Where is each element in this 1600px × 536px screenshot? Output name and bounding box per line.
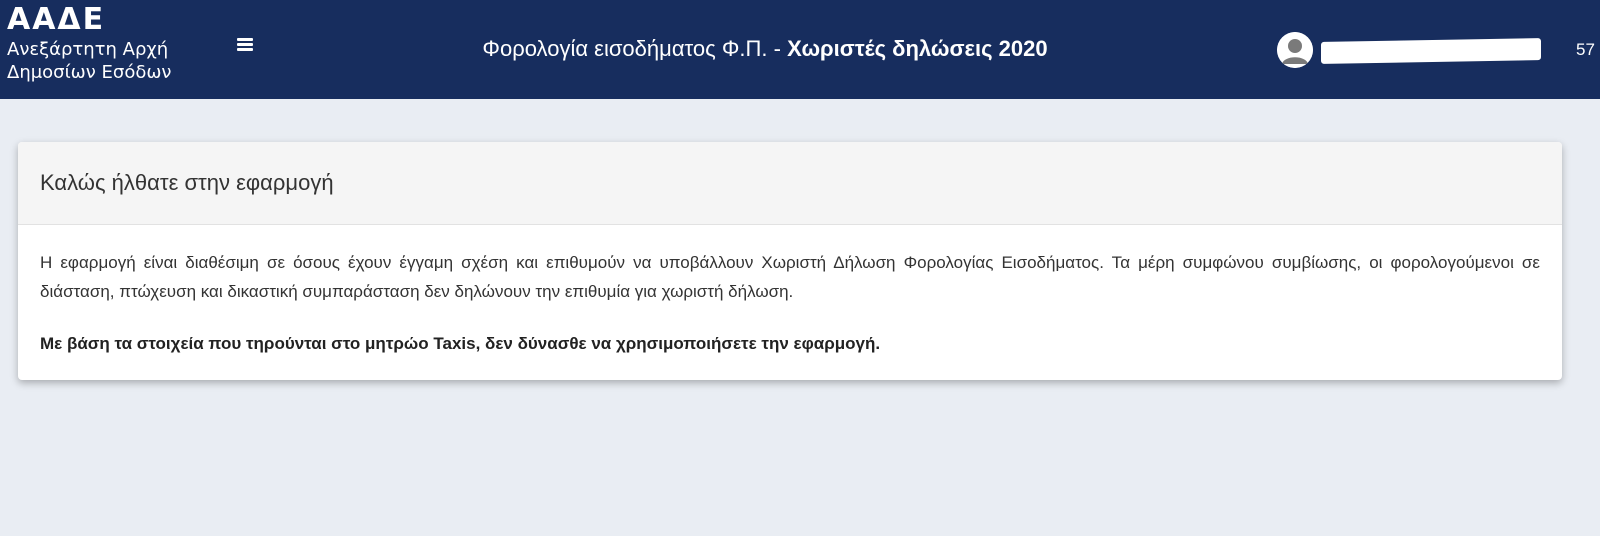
eligibility-notice: Με βάση τα στοιχεία που τηρούνται στο μη… (40, 334, 881, 353)
logo-line-2: Δημοσίων Εσόδων (7, 62, 172, 83)
top-navbar: ΑΑΔΕ Ανεξάρτητη Αρχή Δημοσίων Εσόδων Φορ… (0, 0, 1600, 99)
card-body: Η εφαρμογή είναι διαθέσιμη σε όσους έχου… (18, 225, 1562, 356)
app-title-bold: Χωριστές δηλώσεις 2020 (787, 36, 1048, 61)
logo-mark: ΑΑΔΕ (7, 2, 106, 37)
welcome-card: Καλώς ήλθατε στην εφαρμογή Η εφαρμογή εί… (18, 142, 1562, 380)
user-avatar-icon[interactable] (1277, 32, 1313, 68)
card-header: Καλώς ήλθατε στην εφαρμογή (18, 142, 1562, 225)
session-counter: 57 (1576, 40, 1595, 59)
app-title-normal: Φορολογία εισοδήματος Φ.Π. - (482, 36, 788, 61)
info-paragraph: Η εφαρμογή είναι διαθέσιμη σε όσους έχου… (40, 253, 1540, 301)
username-redacted (1321, 38, 1541, 64)
card-title: Καλώς ήλθατε στην εφαρμογή (40, 170, 334, 195)
